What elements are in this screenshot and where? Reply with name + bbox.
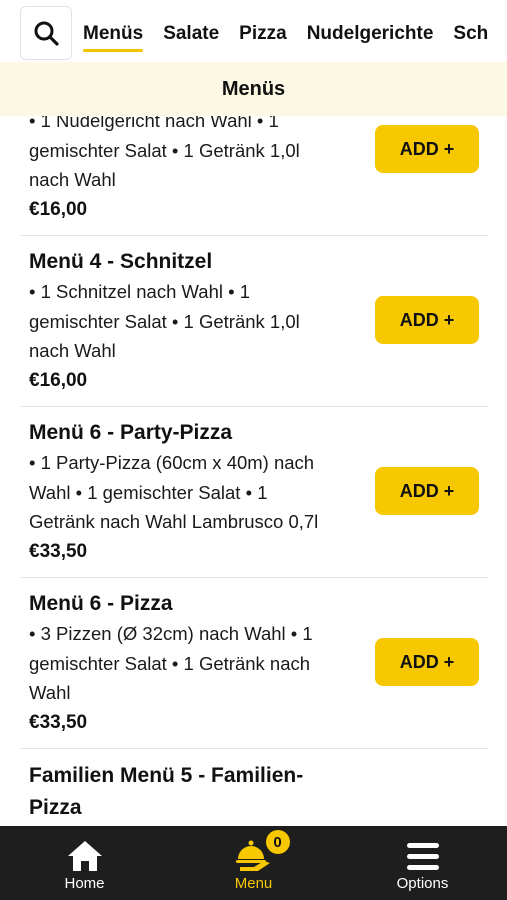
item-title: Pizza bbox=[29, 796, 82, 819]
item-description-line: • 3 Pizzen (Ø 32cm) nach Wahl • 1 bbox=[29, 623, 313, 644]
nav-options[interactable]: Options bbox=[338, 826, 507, 900]
menu-item: • 1 Nudelgericht nach Wahl • 1 gemischte… bbox=[20, 116, 488, 236]
item-title: Familien Menü 5 - Familien- bbox=[29, 764, 304, 787]
item-title: Menü 6 - Party-Pizza bbox=[29, 421, 233, 444]
category-tab-schnitzel[interactable]: Sch bbox=[453, 0, 488, 62]
category-tab-salate[interactable]: Salate bbox=[163, 0, 219, 62]
item-description-line: gemischter Salat • 1 Getränk 1,0l bbox=[29, 139, 300, 161]
item-description-line: Getränk nach Wahl Lambrusco 0,7l bbox=[29, 511, 319, 532]
item-title: Menü 6 - Pizza bbox=[29, 592, 173, 615]
menu-item: Menü 6 - Pizza • 3 Pizzen (Ø 32cm) nach … bbox=[20, 578, 488, 749]
bottom-navigation: Home 0 Menu Options bbox=[0, 826, 507, 900]
item-price: €33,50 bbox=[29, 711, 88, 733]
menu-item: Familien Menü 5 - Familien- Pizza bbox=[20, 749, 488, 826]
menu-item-list: • 1 Nudelgericht nach Wahl • 1 gemischte… bbox=[0, 116, 507, 826]
add-to-cart-button[interactable]: ADD + bbox=[375, 467, 479, 515]
add-to-cart-button[interactable]: ADD + bbox=[375, 125, 479, 173]
add-to-cart-button[interactable]: ADD + bbox=[375, 638, 479, 686]
item-price: €16,00 bbox=[29, 369, 88, 391]
menu-icon bbox=[406, 843, 439, 870]
item-description-line: nach Wahl bbox=[29, 169, 116, 190]
search-icon bbox=[34, 21, 59, 46]
item-title: Menü 4 - Schnitzel bbox=[29, 250, 213, 273]
nav-options-label: Options bbox=[396, 875, 449, 892]
category-tab-menus[interactable]: Menüs bbox=[83, 0, 144, 62]
home-icon bbox=[67, 841, 102, 871]
menu-item: Menü 6 - Party-Pizza • 1 Party-Pizza (60… bbox=[20, 407, 488, 578]
item-description-line: gemischter Salat • 1 Getränk nach bbox=[29, 652, 311, 674]
item-price: €16,00 bbox=[29, 198, 88, 220]
category-tab-nudelgerichte[interactable]: Nudelgerichte bbox=[307, 0, 434, 62]
menu-item: Menü 4 - Schnitzel • 1 Schnitzel nach Wa… bbox=[20, 236, 488, 407]
nav-menu-label: Menu bbox=[234, 875, 273, 892]
category-bar: Menüs Salate Pizza Nudelgerichte Sch bbox=[0, 0, 507, 62]
add-to-cart-button[interactable]: ADD + bbox=[375, 296, 479, 344]
item-description-line: Wahl • 1 gemischter Salat • 1 bbox=[29, 481, 268, 503]
cart-count-badge: 0 bbox=[265, 830, 290, 854]
category-tab-pizza[interactable]: Pizza bbox=[239, 0, 287, 62]
search-button[interactable] bbox=[20, 6, 72, 60]
item-description-line: gemischter Salat • 1 Getränk 1,0l bbox=[29, 310, 300, 332]
item-description-line: • 1 Party-Pizza (60cm x 40m) nach bbox=[29, 452, 315, 473]
nav-home-label: Home bbox=[64, 875, 105, 892]
item-description-line: • 1 Schnitzel nach Wahl • 1 bbox=[29, 281, 251, 302]
item-description-line: • 1 Nudelgericht nach Wahl • 1 bbox=[29, 116, 279, 131]
item-description-line: Wahl bbox=[29, 682, 71, 703]
item-price: €33,50 bbox=[29, 540, 88, 562]
nav-home[interactable]: Home bbox=[0, 826, 169, 900]
nav-menu[interactable]: 0 Menu bbox=[169, 826, 338, 900]
section-title: Menüs bbox=[0, 62, 507, 116]
item-description-line: nach Wahl bbox=[29, 340, 116, 361]
